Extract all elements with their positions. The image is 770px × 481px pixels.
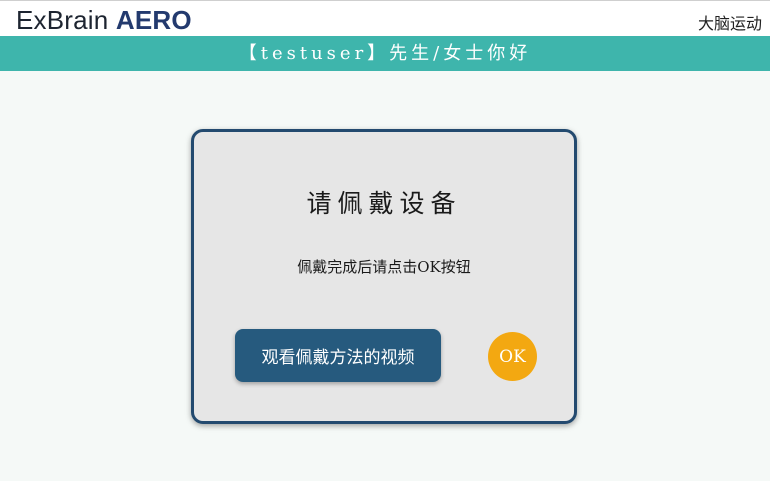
ok-button[interactable]: OK (488, 332, 537, 381)
corner-title: 大脑运动 (697, 14, 762, 33)
dialog-message: 佩戴完成后请点击OK按钮 (297, 258, 471, 276)
logo-prefix: ExBrain (16, 5, 109, 35)
dialog-title: 请佩戴设备 (306, 189, 462, 218)
watch-video-button[interactable]: 观看佩戴方法的视频 (235, 329, 441, 382)
greeting-banner: 【testuser】先生/女士你好 (0, 36, 770, 71)
wear-device-dialog: 请佩戴设备 佩戴完成后请点击OK按钮 观看佩戴方法的视频 OK (191, 129, 577, 424)
logo-suffix: AERO (115, 5, 192, 35)
top-bar: ExBrain AERO 大脑运动 (0, 0, 770, 36)
app-logo: ExBrain AERO (16, 5, 192, 35)
